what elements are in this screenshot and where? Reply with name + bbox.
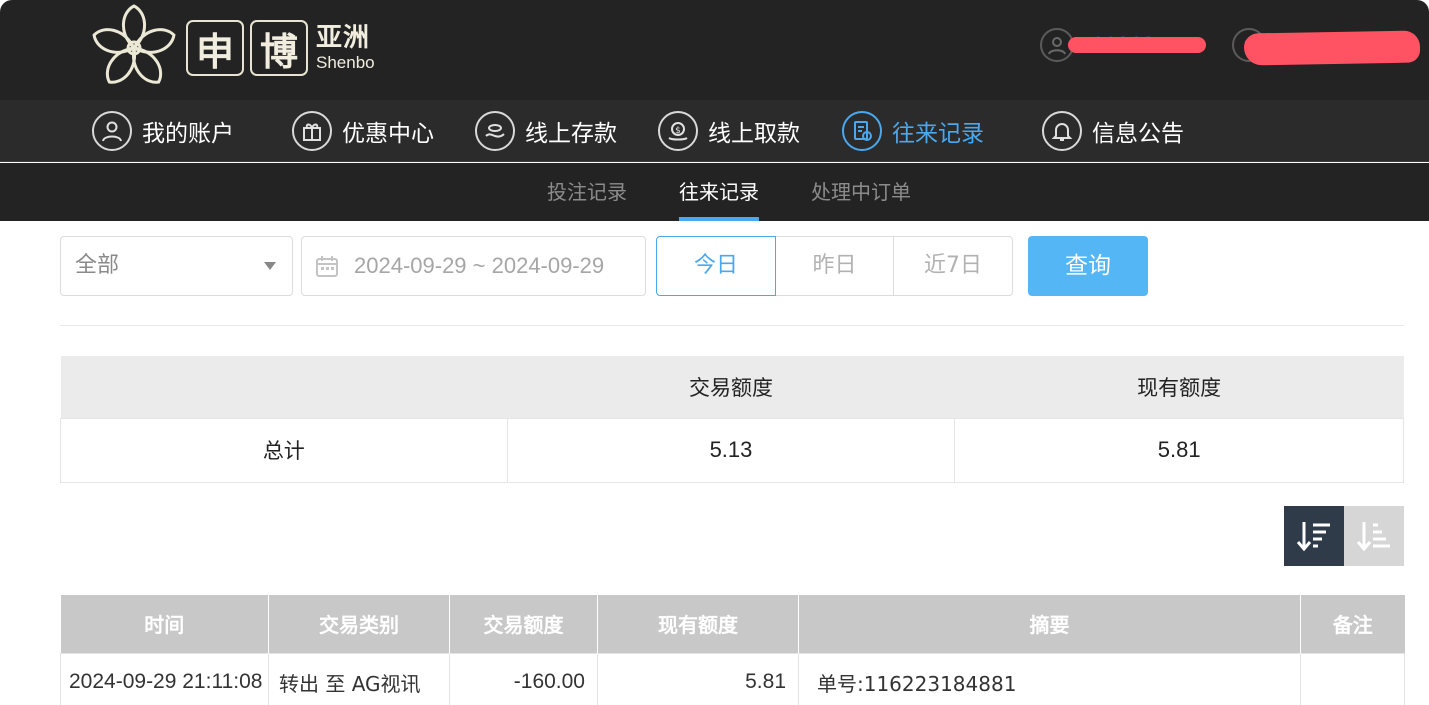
type-select[interactable]: 全部 xyxy=(60,236,293,296)
nav-withdraw[interactable]: $ 线上取款 xyxy=(658,110,800,152)
sort-ascending-button[interactable] xyxy=(1344,506,1404,566)
main-nav: 我的账户 优惠中心 线上存款 $ 线上取款 往来记录 信息公告 xyxy=(0,100,1429,162)
logo-name-en: Shenbo xyxy=(316,53,375,72)
summary-table: 交易额度 现有额度 总计 5.13 5.81 xyxy=(60,356,1404,483)
withdraw-icon: $ xyxy=(658,111,698,151)
calendar-icon xyxy=(316,256,338,277)
yesterday-button[interactable]: 昨日 xyxy=(775,236,894,296)
sub-nav: 投注记录 往来记录 处理中订单 xyxy=(0,163,1429,221)
redaction-mark xyxy=(1243,30,1421,66)
bell-icon xyxy=(1042,111,1082,151)
logo-char-2: 博 xyxy=(250,20,308,76)
summary-transaction-amount: 5.13 xyxy=(506,417,956,483)
summary-current-amount: 5.81 xyxy=(954,417,1404,483)
sort-descending-icon xyxy=(1296,522,1330,552)
date-range-value: 2024-09-29 ~ 2024-09-29 xyxy=(354,253,605,278)
today-button[interactable]: 今日 xyxy=(656,236,776,296)
date-range-input[interactable]: 2024-09-29 ~ 2024-09-29 xyxy=(301,236,646,296)
flower-logo-icon xyxy=(92,4,176,84)
user-icon xyxy=(92,111,132,151)
col-header-balance[interactable]: 现有额度 xyxy=(597,595,799,653)
records-icon xyxy=(842,111,882,151)
divider xyxy=(60,325,1404,326)
cell-amount: -160.00 xyxy=(449,652,598,705)
top-header: 申 博 亚洲 Shenbo t09303 $ xyxy=(0,0,1429,100)
deposit-icon xyxy=(475,111,515,151)
last-7-days-button[interactable]: 近7日 xyxy=(893,236,1013,296)
cell-summary: 单号:116223184881 xyxy=(798,652,1301,705)
nav-label: 我的账户 xyxy=(142,121,234,147)
tab-pending-orders[interactable]: 处理中订单 xyxy=(811,163,911,221)
nav-label: 优惠中心 xyxy=(342,121,434,147)
tab-bet-records[interactable]: 投注记录 xyxy=(547,163,627,221)
nav-label: 线上取款 xyxy=(708,121,800,147)
logo-text: 亚洲 Shenbo xyxy=(316,23,375,73)
redaction-mark xyxy=(1068,37,1206,53)
records-header-row: 时间 交易类别 交易额度 现有额度 摘要 备注 xyxy=(60,595,1405,653)
summary-header-row: 交易额度 现有额度 xyxy=(60,356,1404,418)
nav-announcements[interactable]: 信息公告 xyxy=(1042,110,1184,152)
tab-transaction-records[interactable]: 往来记录 xyxy=(679,163,759,221)
nav-label: 线上存款 xyxy=(525,121,617,147)
nav-deposit[interactable]: 线上存款 xyxy=(475,110,617,152)
nav-records[interactable]: 往来记录 xyxy=(842,110,984,152)
records-table: 时间 交易类别 交易额度 现有额度 摘要 备注 2024-09-29 21:11… xyxy=(60,595,1405,705)
nav-label: 信息公告 xyxy=(1092,121,1184,147)
sort-ascending-icon xyxy=(1356,522,1390,552)
type-select-value: 全部 xyxy=(75,253,120,278)
nav-label: 往来记录 xyxy=(892,121,984,147)
cell-balance: 5.81 xyxy=(597,652,799,705)
svg-text:$: $ xyxy=(675,126,681,136)
brand-logo[interactable]: 申 博 亚洲 Shenbo xyxy=(88,2,375,94)
col-header-summary[interactable]: 摘要 xyxy=(798,595,1301,653)
gift-icon xyxy=(292,111,332,151)
logo-char-1: 申 xyxy=(186,20,244,76)
query-button[interactable]: 查询 xyxy=(1028,236,1148,296)
col-header-time[interactable]: 时间 xyxy=(60,595,269,653)
col-header-type[interactable]: 交易类别 xyxy=(268,595,450,653)
summary-header-amount: 交易额度 xyxy=(507,356,955,418)
summary-row: 总计 5.13 5.81 xyxy=(60,417,1404,483)
cell-note xyxy=(1300,652,1405,705)
logo-name-cn: 亚洲 xyxy=(316,23,371,53)
caret-down-icon xyxy=(264,262,276,270)
cell-type: 转出 至 AG视讯 xyxy=(268,652,450,705)
nav-promotions[interactable]: 优惠中心 xyxy=(292,110,434,152)
sort-descending-button[interactable] xyxy=(1284,506,1344,566)
summary-header-balance: 现有额度 xyxy=(954,356,1404,418)
col-header-note[interactable]: 备注 xyxy=(1300,595,1405,653)
nav-my-account[interactable]: 我的账户 xyxy=(92,110,234,152)
summary-total-label: 总计 xyxy=(60,417,508,483)
table-row[interactable]: 2024-09-29 21:11:08 转出 至 AG视讯 -160.00 5.… xyxy=(60,652,1405,705)
cell-time: 2024-09-29 21:11:08 xyxy=(60,652,269,705)
col-header-amount[interactable]: 交易额度 xyxy=(449,595,598,653)
summary-header-blank xyxy=(60,356,508,418)
